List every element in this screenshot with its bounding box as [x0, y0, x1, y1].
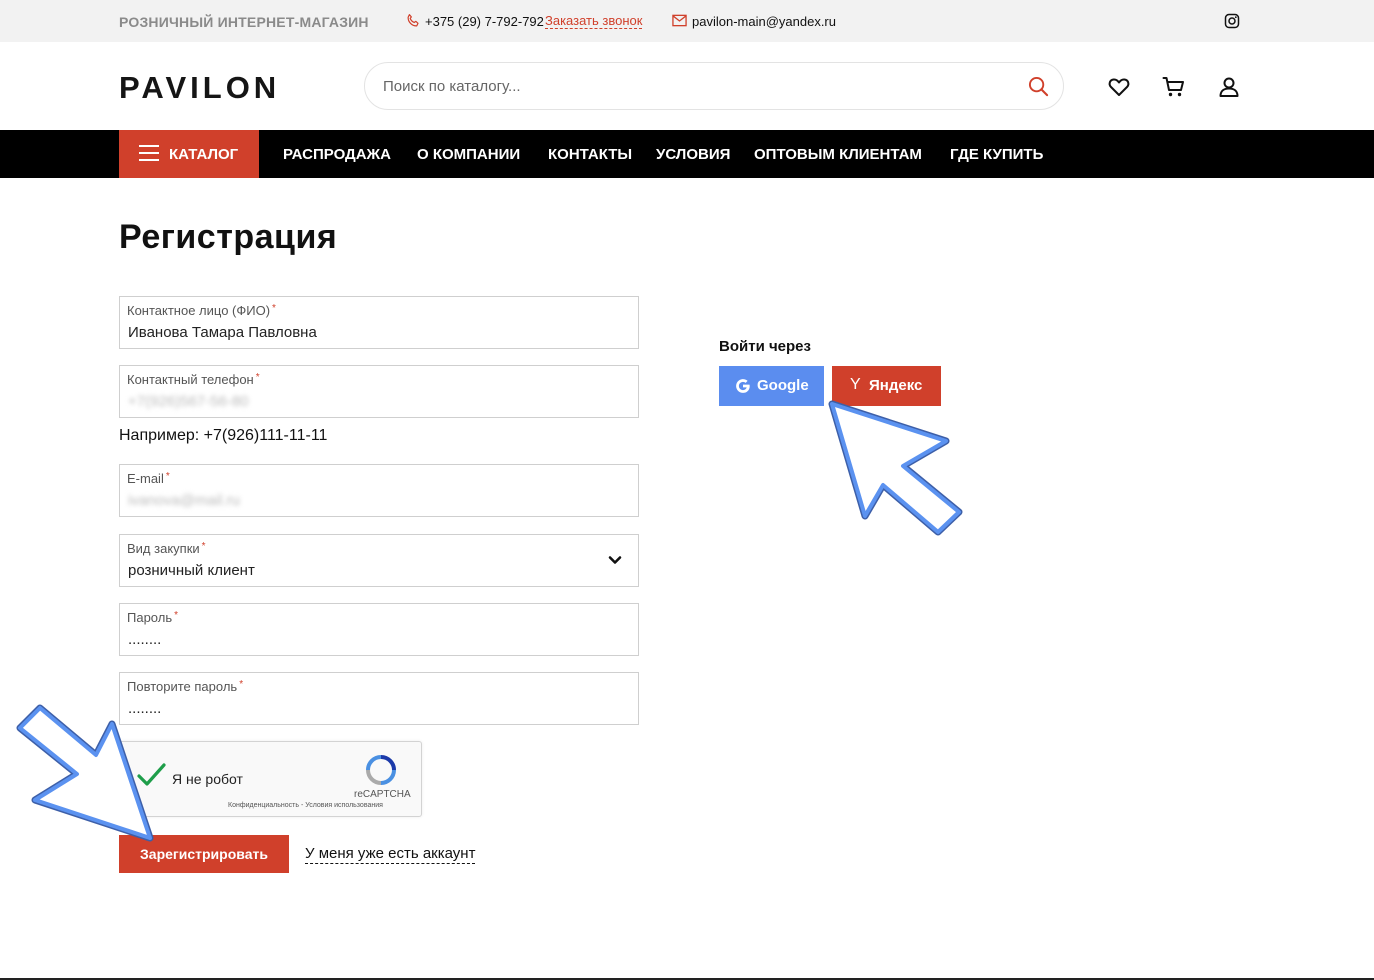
site-header: PAVILON — [0, 42, 1374, 130]
purchase-type-select[interactable]: Вид закупки * розничный клиент — [119, 534, 639, 587]
full-name-input[interactable]: Иванова Тамара Павловна — [128, 324, 317, 341]
field-label: Пароль * — [127, 610, 179, 625]
captcha-terms[interactable]: Конфиденциальность - Условия использован… — [228, 802, 383, 809]
yandex-login-button[interactable]: Y Яндекс — [832, 366, 941, 406]
email-field[interactable]: E-mail * ivanova@mail.ru — [119, 464, 639, 517]
site-logo[interactable]: PAVILON — [119, 70, 280, 106]
nav-item-sale[interactable]: РАСПРОДАЖА — [283, 146, 391, 163]
main-nav: КАТАЛОГ РАСПРОДАЖА О КОМПАНИИ КОНТАКТЫ У… — [0, 130, 1374, 178]
menu-icon — [139, 145, 159, 163]
social-login-label: Войти через — [719, 338, 811, 355]
google-label: Google — [757, 377, 809, 394]
store-tagline: РОЗНИЧНЫЙ ИНТЕРНЕТ-МАГАЗИН — [119, 14, 369, 30]
phone-input[interactable]: +7(926)567-56-80 — [128, 393, 249, 410]
google-icon — [736, 379, 750, 393]
field-label: Повторите пароль * — [127, 679, 244, 694]
field-label: E-mail * — [127, 471, 170, 486]
full-name-field[interactable]: Контактное лицо (ФИО) * Иванова Тамара Па… — [119, 296, 639, 349]
password-repeat-input[interactable]: ........ — [128, 700, 161, 717]
checkmark-icon[interactable] — [136, 762, 166, 788]
heart-icon[interactable] — [1107, 75, 1131, 99]
nav-item-terms[interactable]: УСЛОВИЯ — [656, 146, 730, 163]
recaptcha-widget[interactable]: Я не робот reCAPTCHA Конфиденциальность … — [119, 741, 422, 817]
cart-icon[interactable] — [1162, 75, 1186, 99]
chevron-down-icon[interactable] — [608, 553, 622, 567]
mail-icon — [672, 14, 687, 27]
order-call-link[interactable]: Заказать звонок — [545, 14, 643, 29]
field-label: Вид закупки * — [127, 541, 206, 556]
search-input[interactable] — [383, 75, 1003, 97]
phone-hint: Например: +7(926)111-11-11 — [119, 427, 328, 444]
nav-item-wholesale[interactable]: ОПТОВЫМ КЛИЕНТАМ — [754, 146, 922, 163]
top-bar: РОЗНИЧНЫЙ ИНТЕРНЕТ-МАГАЗИН +375 (29) 7-7… — [0, 0, 1374, 42]
captcha-brand: reCAPTCHA — [354, 789, 411, 800]
register-button[interactable]: Зарегистрировать — [119, 835, 289, 873]
captcha-text: Я не робот — [172, 771, 243, 787]
password-input[interactable]: ........ — [128, 631, 161, 648]
user-icon[interactable] — [1217, 75, 1241, 99]
arrow-pointer-icon — [828, 400, 963, 536]
google-login-button[interactable]: Google — [719, 366, 824, 406]
yandex-icon: Y — [850, 376, 861, 393]
email-input[interactable]: ivanova@mail.ru — [128, 492, 240, 509]
nav-item-where-to-buy[interactable]: ГДЕ КУПИТЬ — [950, 146, 1043, 163]
catalog-label: КАТАЛОГ — [169, 146, 239, 163]
yandex-label: Яндекс — [869, 377, 923, 394]
instagram-icon[interactable] — [1224, 13, 1240, 29]
catalog-button[interactable]: КАТАЛОГ — [119, 130, 259, 178]
password-repeat-field[interactable]: Повторите пароль * ........ — [119, 672, 639, 725]
recaptcha-logo-icon — [366, 755, 396, 785]
nav-item-contacts[interactable]: КОНТАКТЫ — [548, 146, 632, 163]
phone-icon — [407, 14, 419, 27]
phone-field[interactable]: Контактный телефон * +7(926)567-56-80 — [119, 365, 639, 418]
nav-item-about[interactable]: О КОМПАНИИ — [417, 146, 520, 163]
field-label: Контактный телефон * — [127, 372, 260, 387]
phone-number[interactable]: +375 (29) 7-792-792 — [425, 14, 544, 29]
page-title: Регистрация — [119, 218, 338, 256]
search-box[interactable] — [364, 62, 1064, 110]
password-field[interactable]: Пароль * ........ — [119, 603, 639, 656]
email-link[interactable]: pavilon-main@yandex.ru — [692, 14, 836, 29]
search-icon[interactable] — [1028, 76, 1049, 97]
field-label: Контактное лицо (ФИО) * — [127, 303, 276, 318]
have-account-link[interactable]: У меня уже есть аккаунт — [305, 845, 476, 864]
purchase-type-value[interactable]: розничный клиент — [128, 562, 255, 579]
